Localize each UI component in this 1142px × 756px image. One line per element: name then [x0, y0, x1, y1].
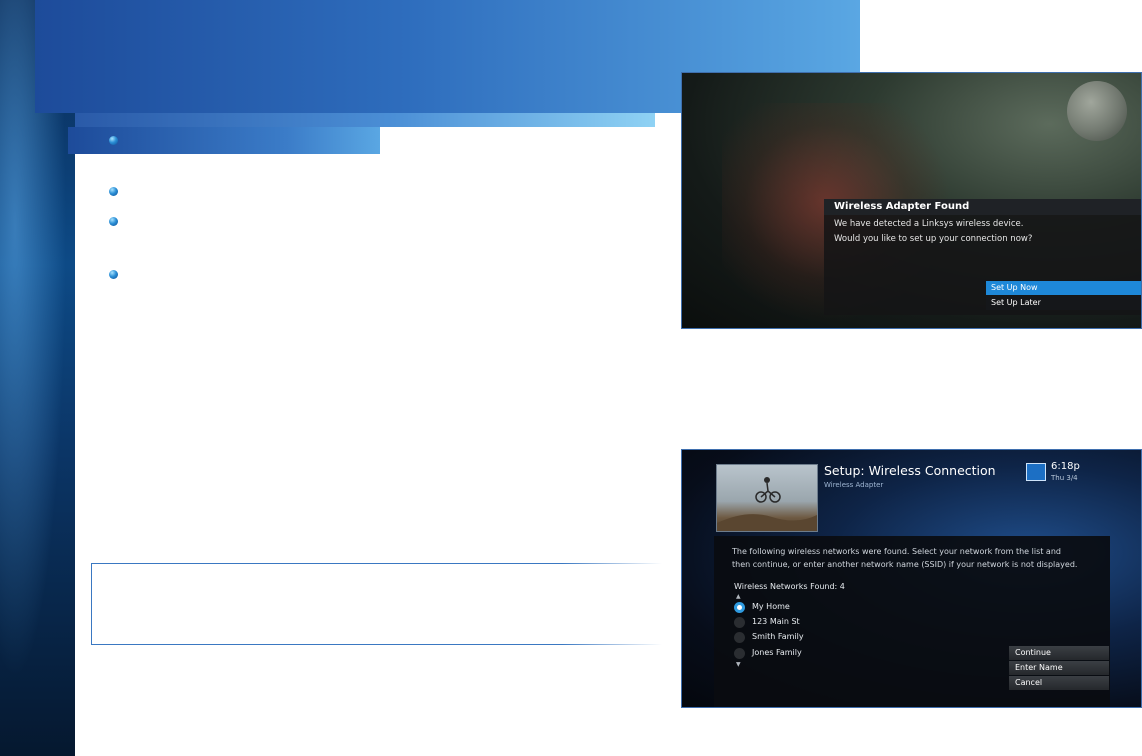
set-up-now-option[interactable]: Set Up Now	[986, 281, 1141, 295]
set-up-later-option[interactable]: Set Up Later	[986, 296, 1141, 310]
radio-unselected-icon	[734, 648, 745, 659]
adapter-found-dialog: Wireless Adapter Found We have detected …	[824, 199, 1141, 315]
network-name: Smith Family	[752, 632, 804, 641]
directv-logo-icon	[1026, 463, 1046, 481]
soccer-ball-image	[1067, 81, 1127, 141]
header-accent-strip	[75, 113, 655, 127]
bullet-icon	[109, 136, 118, 145]
network-selection-panel: The following wireless networks were fou…	[714, 536, 1110, 707]
networks-found-label: Wireless Networks Found: 4	[734, 582, 845, 591]
continue-button[interactable]: Continue	[1009, 646, 1109, 660]
network-name: My Home	[752, 602, 790, 611]
description-line-1: The following wireless networks were fou…	[732, 547, 1061, 556]
dialog-message-line-2: Would you like to set up your connection…	[834, 234, 1033, 244]
bullet-icon	[109, 270, 118, 279]
bmx-rider-image	[717, 477, 817, 531]
description-line-2: then continue, or enter another network …	[732, 560, 1078, 569]
dialog-message-line-1: We have detected a Linksys wireless devi…	[834, 219, 1024, 229]
radio-selected-icon	[734, 602, 745, 613]
note-box	[91, 563, 662, 645]
radio-unselected-icon	[734, 617, 745, 628]
bullet-icon	[109, 217, 118, 226]
screen-title: Setup: Wireless Connection	[824, 463, 996, 478]
scroll-up-icon[interactable]: ▲	[736, 593, 741, 600]
radio-unselected-icon	[734, 632, 745, 643]
left-decorative-bar	[0, 0, 75, 756]
cancel-button[interactable]: Cancel	[1009, 676, 1109, 690]
network-name: Jones Family	[752, 648, 802, 657]
wireless-connection-setup-screen: Setup: Wireless Connection Wireless Adap…	[681, 449, 1142, 708]
dialog-title: Wireless Adapter Found	[824, 199, 1141, 215]
screen-subtitle: Wireless Adapter	[824, 481, 884, 489]
clock-date: Thu 3/4	[1051, 474, 1078, 482]
section-tab-banner	[68, 127, 380, 154]
video-thumbnail	[716, 464, 818, 532]
bullet-icon	[109, 187, 118, 196]
scroll-down-icon[interactable]: ▼	[736, 661, 741, 668]
enter-name-button[interactable]: Enter Name	[1009, 661, 1109, 675]
clock-time: 6:18p	[1051, 461, 1080, 472]
wireless-adapter-found-screen: Wireless Adapter Found We have detected …	[681, 72, 1142, 329]
network-name: 123 Main St	[752, 617, 800, 626]
